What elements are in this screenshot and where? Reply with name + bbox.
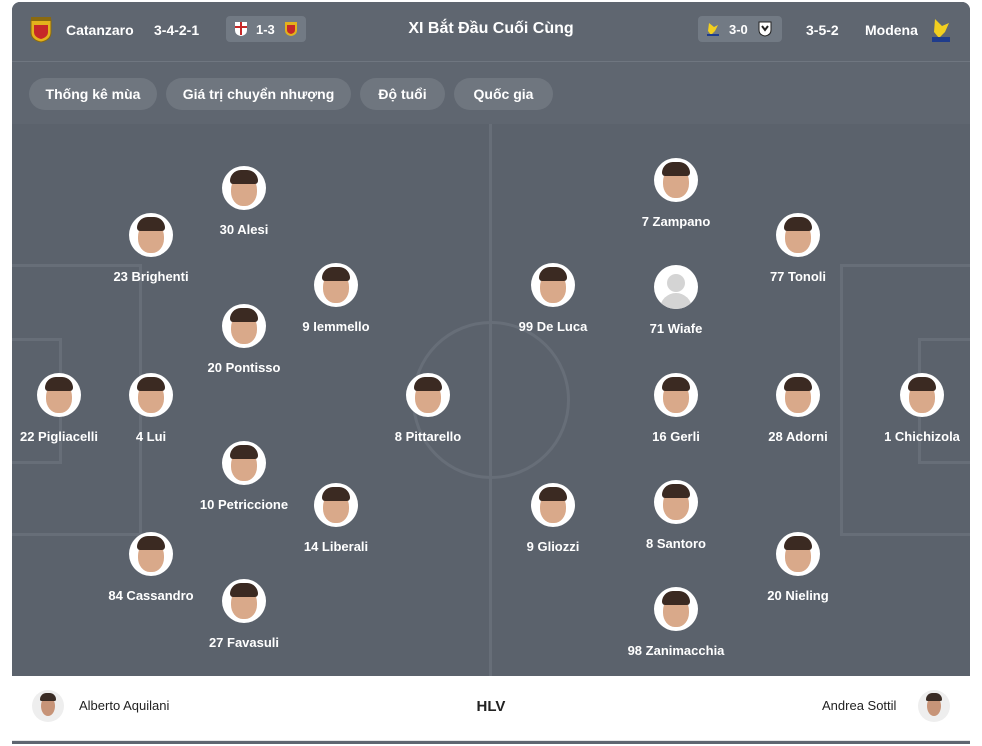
player-home-brighenti[interactable]: 23 Brighenti xyxy=(71,213,231,284)
player-avatar xyxy=(776,532,820,576)
coaches-row: Alberto Aquilani HLV Andrea Sottil xyxy=(12,676,970,741)
player-avatar xyxy=(654,480,698,524)
player-name: 1 Chichizola xyxy=(884,429,960,444)
player-avatar xyxy=(222,166,266,210)
player-home-pontisso[interactable]: 20 Pontisso xyxy=(164,304,324,375)
player-name: 8 Pittarello xyxy=(394,429,462,444)
player-avatar xyxy=(129,373,173,417)
player-name: 23 Brighenti xyxy=(113,269,189,284)
player-avatar xyxy=(900,373,944,417)
tab-age[interactable]: Độ tuổi xyxy=(360,78,445,110)
player-name: 98 Zanimacchia xyxy=(627,643,725,658)
player-avatar xyxy=(531,483,575,527)
player-avatar xyxy=(531,263,575,307)
opponent-crest-icon xyxy=(758,21,772,37)
away-last-score: 3-0 xyxy=(729,22,748,37)
player-avatar xyxy=(654,373,698,417)
player-avatar xyxy=(654,587,698,631)
player-avatar xyxy=(129,532,173,576)
player-avatar xyxy=(314,483,358,527)
player-name: 27 Favasuli xyxy=(208,635,280,650)
player-avatar xyxy=(222,579,266,623)
modena-mini-crest-icon xyxy=(707,23,719,36)
player-avatar xyxy=(129,213,173,257)
player-avatar xyxy=(406,373,450,417)
player-avatar xyxy=(776,373,820,417)
player-home-liberali[interactable]: 14 Liberali xyxy=(256,483,416,554)
player-away-chichizola[interactable]: 1 Chichizola xyxy=(842,373,970,444)
player-avatar xyxy=(654,158,698,202)
away-team-name[interactable]: Modena xyxy=(865,22,918,38)
tab-season-stats[interactable]: Thống kê mùa xyxy=(29,78,157,110)
player-placeholder-avatar-icon xyxy=(654,265,698,309)
player-home-lui[interactable]: 4 Lui xyxy=(71,373,231,444)
player-avatar xyxy=(776,213,820,257)
tab-transfer-value[interactable]: Giá trị chuyển nhượng xyxy=(166,78,351,110)
tab-nationality[interactable]: Quốc gia xyxy=(454,78,553,110)
player-name: 71 Wiafe xyxy=(649,321,703,336)
player-home-favasuli[interactable]: 27 Favasuli xyxy=(164,579,324,650)
away-formation: 3-5-2 xyxy=(806,22,839,38)
lineup-tabs: Thống kê mùa Giá trị chuyển nhượng Độ tu… xyxy=(12,62,970,124)
modena-crest-icon xyxy=(932,19,950,42)
player-name: 14 Liberali xyxy=(303,539,369,554)
pitch: 30 Alesi 23 Brighenti 9 Iemmello 20 Pont… xyxy=(12,124,970,676)
player-avatar xyxy=(222,441,266,485)
player-avatar xyxy=(314,263,358,307)
away-coach-avatar xyxy=(918,690,950,722)
lineup-header: Catanzaro 3-4-2-1 1-3 XI Bắt Đầu Cuối Cù… xyxy=(12,2,970,62)
player-away-zanimacchia[interactable]: 98 Zanimacchia xyxy=(596,587,756,658)
player-home-pittarello[interactable]: 8 Pittarello xyxy=(348,373,508,444)
away-last-match-chip[interactable]: 3-0 xyxy=(698,16,782,42)
player-avatar xyxy=(222,304,266,348)
lineup-card: Catanzaro 3-4-2-1 1-3 XI Bắt Đầu Cuối Cù… xyxy=(12,2,970,744)
player-away-wiafe[interactable]: 71 Wiafe xyxy=(596,265,756,336)
away-coach-name[interactable]: Andrea Sottil xyxy=(822,698,896,713)
